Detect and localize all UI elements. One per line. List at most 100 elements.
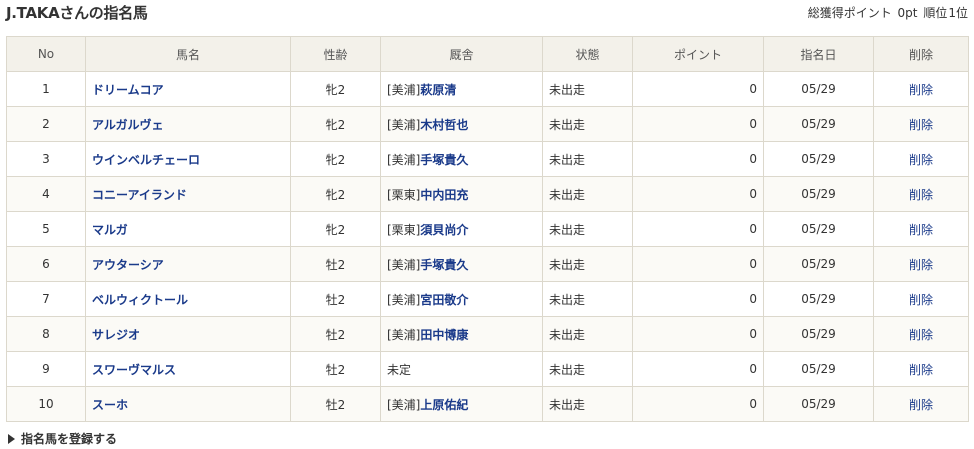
delete-link[interactable]: 削除 [909, 328, 933, 342]
horse-name-link[interactable]: コニーアイランド [92, 188, 187, 202]
delete-link[interactable]: 削除 [909, 118, 933, 132]
trainer-link[interactable]: 手塚貴久 [420, 153, 468, 167]
trainer-link[interactable]: 上原佑紀 [420, 398, 468, 412]
sex-age: 牡2 [290, 316, 381, 352]
delete-link[interactable]: 削除 [909, 363, 933, 377]
points: 0 [632, 141, 764, 177]
points-label: 総獲得ポイント [807, 6, 892, 20]
stable-cell: [美浦]上原佑紀 [380, 386, 543, 422]
delete-link[interactable]: 削除 [909, 153, 933, 167]
table-row: 5 マルガ 牝2 [栗東]須貝尚介 未出走 0 05/29 削除 [6, 211, 969, 247]
horse-name-link[interactable]: スワーヴマルス [92, 363, 176, 377]
table-row: 1 ドリームコア 牝2 [美浦]萩原清 未出走 0 05/29 削除 [6, 71, 969, 107]
delete-link[interactable]: 削除 [909, 258, 933, 272]
row-no: 4 [6, 176, 86, 212]
delete-cell: 削除 [873, 386, 969, 422]
row-no: 10 [6, 386, 86, 422]
horse-name-link[interactable]: アウターシア [92, 258, 164, 272]
trainer-link[interactable]: 中内田充 [420, 188, 468, 202]
nominated-date: 05/29 [763, 281, 874, 317]
table-row: 4 コニーアイランド 牝2 [栗東]中内田充 未出走 0 05/29 削除 [6, 176, 969, 212]
rank-value: 1位 [948, 6, 968, 20]
horse-name-link[interactable]: スーホ [92, 398, 128, 412]
points-summary: 総獲得ポイント 0pt 順位1位 [806, 2, 968, 24]
table-header-row: No 馬名 性齢 厩舎 状態 ポイント 指名日 削除 [6, 36, 969, 72]
table-row: 2 アルガルヴェ 牝2 [美浦]木村哲也 未出走 0 05/29 削除 [6, 106, 969, 142]
sex-age: 牝2 [290, 71, 381, 107]
trainer-link[interactable]: 田中博康 [420, 328, 468, 342]
stable-region: 未定 [387, 362, 412, 377]
stable-cell: [美浦]萩原清 [380, 71, 543, 107]
row-no: 1 [6, 71, 86, 107]
status: 未出走 [542, 141, 633, 177]
horse-name-cell: スワーヴマルス [85, 351, 291, 387]
status: 未出走 [542, 386, 633, 422]
stable-region: [美浦] [387, 117, 421, 132]
stable-cell: [美浦]田中博康 [380, 316, 543, 352]
points: 0 [632, 316, 764, 352]
horse-name-cell: スーホ [85, 386, 291, 422]
delete-cell: 削除 [873, 106, 969, 142]
table-row: 10 スーホ 牡2 [美浦]上原佑紀 未出走 0 05/29 削除 [6, 386, 969, 422]
row-no: 7 [6, 281, 86, 317]
points: 0 [632, 386, 764, 422]
sex-age: 牝2 [290, 211, 381, 247]
horse-name-link[interactable]: ベルウィクトール [92, 293, 188, 307]
delete-link[interactable]: 削除 [909, 83, 933, 97]
stable-region: [栗東] [387, 187, 421, 202]
stable-region: [栗東] [387, 222, 421, 237]
delete-link[interactable]: 削除 [909, 188, 933, 202]
stable-cell: 未定 [380, 351, 543, 387]
trainer-link[interactable]: 手塚貴久 [420, 258, 468, 272]
points: 0 [632, 176, 764, 212]
stable-cell: [美浦]手塚貴久 [380, 246, 543, 282]
stable-cell: [栗東]須貝尚介 [380, 211, 543, 247]
points-value: 0pt [897, 6, 918, 20]
sex-age: 牝2 [290, 141, 381, 177]
column-header-horse-name: 馬名 [85, 36, 291, 72]
table-row: 6 アウターシア 牡2 [美浦]手塚貴久 未出走 0 05/29 削除 [6, 246, 969, 282]
delete-cell: 削除 [873, 351, 969, 387]
delete-cell: 削除 [873, 141, 969, 177]
stable-cell: [栗東]中内田充 [380, 176, 543, 212]
register-link-label: 指名馬を登録する [21, 432, 118, 446]
horse-name-cell: コニーアイランド [85, 176, 291, 212]
trainer-link[interactable]: 萩原清 [420, 83, 456, 97]
delete-cell: 削除 [873, 211, 969, 247]
horse-name-link[interactable]: ウインベルチェーロ [92, 153, 200, 167]
nominated-date: 05/29 [763, 351, 874, 387]
sex-age: 牡2 [290, 351, 381, 387]
horse-name-link[interactable]: ドリームコア [92, 83, 164, 97]
horse-name-link[interactable]: アルガルヴェ [92, 118, 164, 132]
delete-link[interactable]: 削除 [909, 293, 933, 307]
stable-region: [美浦] [387, 257, 421, 272]
horse-name-cell: ベルウィクトール [85, 281, 291, 317]
column-header-status: 状態 [542, 36, 633, 72]
trainer-link[interactable]: 須貝尚介 [420, 223, 468, 237]
delete-link[interactable]: 削除 [909, 223, 933, 237]
table-row: 9 スワーヴマルス 牡2 未定 未出走 0 05/29 削除 [6, 351, 969, 387]
status: 未出走 [542, 246, 633, 282]
stable-region: [美浦] [387, 292, 421, 307]
delete-link[interactable]: 削除 [909, 398, 933, 412]
stable-cell: [美浦]宮田敬介 [380, 281, 543, 317]
delete-cell: 削除 [873, 246, 969, 282]
delete-cell: 削除 [873, 316, 969, 352]
row-no: 3 [6, 141, 86, 177]
trainer-link[interactable]: 木村哲也 [420, 118, 468, 132]
delete-cell: 削除 [873, 71, 969, 107]
nominated-date: 05/29 [763, 246, 874, 282]
status: 未出走 [542, 176, 633, 212]
points: 0 [632, 211, 764, 247]
points: 0 [632, 106, 764, 142]
stable-cell: [美浦]手塚貴久 [380, 141, 543, 177]
status: 未出走 [542, 106, 633, 142]
table-row: 7 ベルウィクトール 牡2 [美浦]宮田敬介 未出走 0 05/29 削除 [6, 281, 969, 317]
triangle-right-icon [8, 433, 15, 444]
row-no: 5 [6, 211, 86, 247]
trainer-link[interactable]: 宮田敬介 [420, 293, 468, 307]
column-header-date: 指名日 [763, 36, 874, 72]
register-horse-link[interactable]: 指名馬を登録する [8, 430, 117, 447]
horse-name-link[interactable]: サレジオ [92, 328, 140, 342]
horse-name-link[interactable]: マルガ [92, 223, 128, 237]
